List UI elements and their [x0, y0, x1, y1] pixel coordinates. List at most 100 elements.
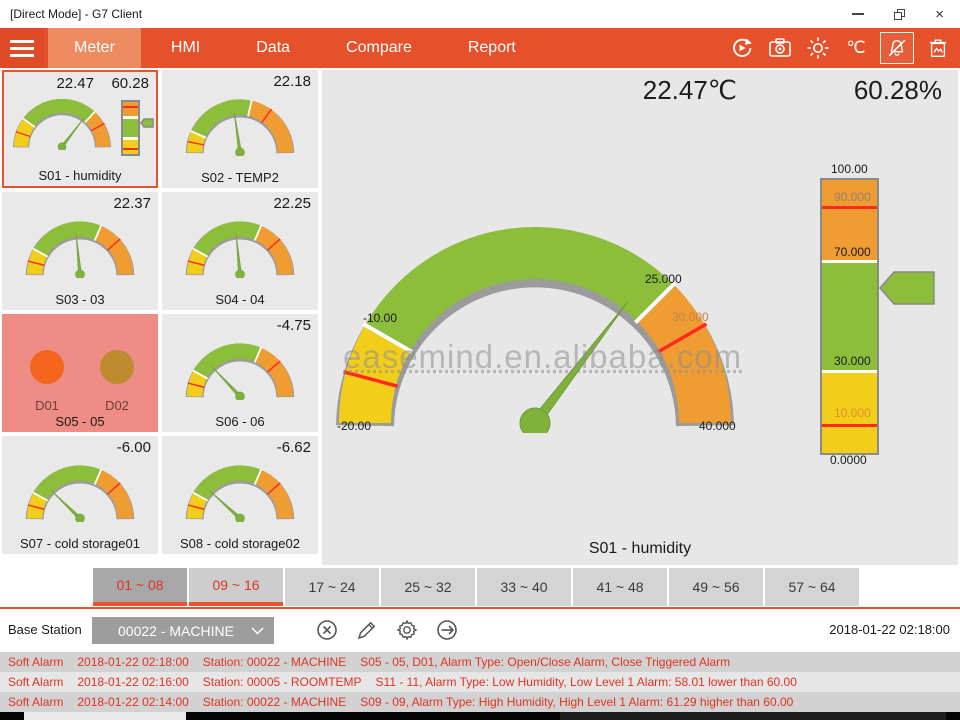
indicator-label: D02 — [97, 398, 137, 413]
alarm-message: S11 - 11, Alarm Type: Low Humidity, Low … — [376, 675, 797, 689]
alarm-time: 2018-01-22 02:14:00 — [77, 695, 188, 709]
tile-label: S02 - TEMP2 — [162, 170, 318, 185]
meter-tile-s03[interactable]: 22.37 S03 - 03 — [2, 192, 158, 310]
alarm-message: S05 - 05, D01, Alarm Type: Open/Close Al… — [360, 655, 730, 669]
alarm-station: Station: 00005 - ROOMTEMP — [203, 675, 362, 689]
watermark: easemind.en.alibaba.com — [343, 338, 742, 376]
tile-label: S01 - humidity — [4, 168, 156, 183]
page-tab-33-40[interactable]: 33 ~ 40 — [477, 568, 571, 606]
tile-value: 22.47 — [56, 75, 94, 92]
close-icon[interactable]: × — [935, 7, 944, 22]
window-title: [Direct Mode] - G7 Client — [0, 7, 852, 21]
meter-tile-s06[interactable]: -4.75 S06 - 06 — [162, 314, 318, 432]
chevron-down-icon — [251, 627, 264, 635]
temperature-value: 22.47℃ — [643, 75, 737, 106]
tile-label: S08 - cold storage02 — [162, 536, 318, 551]
tile-label: S03 - 03 — [2, 292, 158, 307]
tile-value: -6.00 — [117, 439, 151, 456]
tile-value: -4.75 — [277, 317, 311, 334]
taskbar — [0, 712, 960, 720]
station-select[interactable]: 00022 - MACHINE — [92, 617, 274, 644]
tab-data[interactable]: Data — [230, 28, 316, 68]
gauge — [180, 460, 300, 522]
page-tab-41-48[interactable]: 41 ~ 48 — [573, 568, 667, 606]
alarm-time: 2018-01-22 02:16:00 — [77, 675, 188, 689]
gauge — [20, 460, 140, 522]
tab-compare[interactable]: Compare — [320, 28, 438, 68]
hamburger-menu-icon[interactable] — [0, 28, 44, 68]
alarm-time: 2018-01-22 02:18:00 — [77, 655, 188, 669]
brightness-icon[interactable] — [804, 34, 832, 62]
current-timestamp: 2018-01-22 02:18:00 — [829, 622, 950, 637]
alarm-mute-icon[interactable] — [880, 32, 914, 64]
meter-tile-s01[interactable]: 22.47 60.28 S01 - humidity — [2, 70, 158, 188]
settings-gear-icon[interactable] — [395, 618, 419, 642]
alarm-level: Soft Alarm — [8, 675, 63, 689]
tile-value: 22.18 — [273, 73, 311, 90]
title-bar: [Direct Mode] - G7 Client × — [0, 0, 960, 28]
page-tab-01-08[interactable]: 01 ~ 08 — [93, 568, 187, 606]
alarm-row[interactable]: Soft Alarm 2018-01-22 02:18:00 Station: … — [0, 652, 960, 672]
g7-client-window: [Direct Mode] - G7 Client × Meter HMI Da… — [0, 0, 960, 720]
meter-tile-s05[interactable]: D01 D02 S05 - 05 — [2, 314, 158, 432]
tile-label: S07 - cold storage01 — [2, 536, 158, 551]
gauge-label-alarm-high: 30.000 — [672, 310, 709, 324]
gauge — [180, 94, 300, 156]
meter-tile-s04[interactable]: 22.25 S04 - 04 — [162, 192, 318, 310]
tile-value: 22.37 — [113, 195, 151, 212]
meter-tile-s08[interactable]: -6.62 S08 - cold storage02 — [162, 436, 318, 554]
gauge-label-high: 25.000 — [645, 272, 682, 286]
alarm-station: Station: 00022 - MACHINE — [203, 695, 346, 709]
tab-hmi[interactable]: HMI — [145, 28, 226, 68]
gauge-label-low: -10.00 — [363, 311, 397, 325]
alarm-level: Soft Alarm — [8, 695, 63, 709]
alarm-row[interactable]: Soft Alarm 2018-01-22 02:14:00 Station: … — [0, 692, 960, 712]
meter-tile-s02[interactable]: 22.18 S02 - TEMP2 — [162, 70, 318, 188]
tile-value: 22.25 — [273, 195, 311, 212]
minimize-icon[interactable] — [852, 13, 864, 15]
bar-label-min: 0.0000 — [830, 453, 867, 467]
tile-value-secondary: 60.28 — [111, 75, 149, 92]
restore-icon[interactable] — [894, 9, 905, 20]
digital-indicator-d01 — [30, 350, 64, 384]
page-tabs: 01 ~ 08 09 ~ 16 17 ~ 24 25 ~ 32 33 ~ 40 … — [0, 568, 960, 606]
sync-icon[interactable] — [728, 34, 756, 62]
detail-panel: 22.47℃ 60.28% -10.00 25.000 30.000 -20.0… — [322, 70, 958, 565]
main-gauge — [327, 217, 743, 433]
bar-gauge — [121, 100, 140, 156]
bar-label-alarm-low: 10.000 — [834, 406, 871, 420]
menu-bar: Meter HMI Data Compare Report ℃ — [0, 28, 960, 68]
tab-report[interactable]: Report — [442, 28, 542, 68]
page-tab-09-16[interactable]: 09 ~ 16 — [189, 568, 283, 606]
page-tab-17-24[interactable]: 17 ~ 24 — [285, 568, 379, 606]
page-tab-49-56[interactable]: 49 ~ 56 — [669, 568, 763, 606]
gauge — [180, 216, 300, 278]
tile-label: S04 - 04 — [162, 292, 318, 307]
page-tab-25-32[interactable]: 25 ~ 32 — [381, 568, 475, 606]
go-arrow-icon[interactable] — [435, 618, 459, 642]
sensor-caption: S01 - humidity — [540, 540, 740, 558]
indicator-label: D01 — [27, 398, 67, 413]
alarm-row[interactable]: Soft Alarm 2018-01-22 02:16:00 Station: … — [0, 672, 960, 692]
meter-tile-s07[interactable]: -6.00 S07 - cold storage01 — [2, 436, 158, 554]
bar-label-max: 100.00 — [831, 162, 868, 176]
alarm-message: S09 - 09, Alarm Type: High Humidity, Hig… — [360, 695, 793, 709]
humidity-value: 60.28% — [854, 75, 942, 106]
cancel-icon[interactable] — [315, 618, 339, 642]
clear-image-icon[interactable] — [924, 34, 952, 62]
edit-icon[interactable] — [355, 618, 379, 642]
celsius-unit-icon[interactable]: ℃ — [842, 34, 870, 62]
gauge-label-min: -20.00 — [337, 419, 371, 433]
window-controls: × — [852, 7, 960, 22]
bar-label-low: 30.000 — [834, 354, 871, 368]
base-station-label: Base Station — [8, 622, 82, 637]
bar-label-high: 70.000 — [834, 245, 871, 259]
camera-icon[interactable] — [766, 34, 794, 62]
page-tab-57-64[interactable]: 57 ~ 64 — [765, 568, 859, 606]
gauge — [20, 216, 140, 278]
tab-meter[interactable]: Meter — [48, 28, 141, 68]
tile-label: S05 - 05 — [2, 414, 158, 429]
divider — [0, 607, 960, 609]
bar-label-alarm-high: 90.000 — [834, 190, 871, 204]
gauge — [8, 94, 116, 150]
